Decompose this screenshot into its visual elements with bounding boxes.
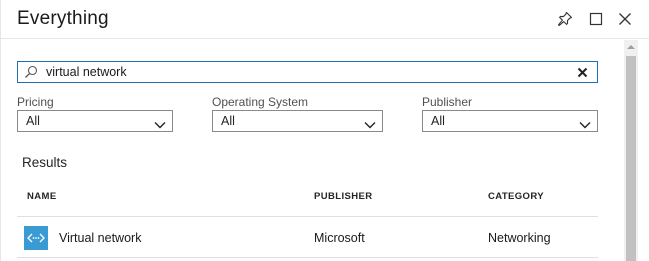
publisher-value: All [431, 114, 445, 128]
column-header-publisher[interactable]: PUBLISHER [314, 191, 373, 202]
column-header-category[interactable]: CATEGORY [488, 191, 544, 202]
maximize-icon[interactable] [587, 10, 605, 28]
operating-system-filter: Operating System All [212, 95, 383, 132]
scroll-up-arrow-icon[interactable] [624, 40, 638, 54]
scroll-thumb[interactable] [626, 56, 636, 261]
operating-system-value: All [221, 114, 235, 128]
search-box[interactable] [17, 61, 598, 83]
result-category: Networking [488, 231, 551, 245]
chevron-down-icon [579, 116, 591, 134]
everything-blade: Everything virtual network Pricing All O… [0, 0, 649, 261]
result-row-virtual-network[interactable]: Virtual network Microsoft Networking [17, 217, 598, 258]
search-icon [24, 65, 38, 84]
search-input[interactable] [46, 63, 566, 81]
blade-title: Everything [17, 8, 109, 29]
chevron-down-icon [154, 116, 166, 134]
pricing-label: Pricing [17, 95, 54, 109]
pricing-value: All [26, 114, 40, 128]
close-icon[interactable] [616, 10, 634, 28]
result-name: Virtual network [59, 231, 142, 245]
blade-header: Everything [1, 0, 649, 39]
result-publisher: Microsoft [314, 231, 365, 245]
pricing-dropdown[interactable]: All [17, 110, 173, 132]
clear-icon[interactable] [575, 65, 589, 79]
column-header-name[interactable]: NAME [27, 191, 57, 202]
publisher-label: Publisher [422, 95, 473, 109]
operating-system-label: Operating System [212, 95, 309, 109]
publisher-dropdown[interactable]: All [422, 110, 598, 132]
chevron-down-icon [364, 116, 376, 134]
results-heading: Results [22, 155, 68, 170]
vertical-scrollbar[interactable] [624, 40, 638, 261]
pricing-filter: Pricing All [17, 95, 173, 132]
publisher-filter: Publisher All [422, 95, 598, 132]
pin-icon[interactable] [556, 10, 574, 28]
virtual-network-icon [24, 226, 48, 250]
operating-system-dropdown[interactable]: All [212, 110, 383, 132]
